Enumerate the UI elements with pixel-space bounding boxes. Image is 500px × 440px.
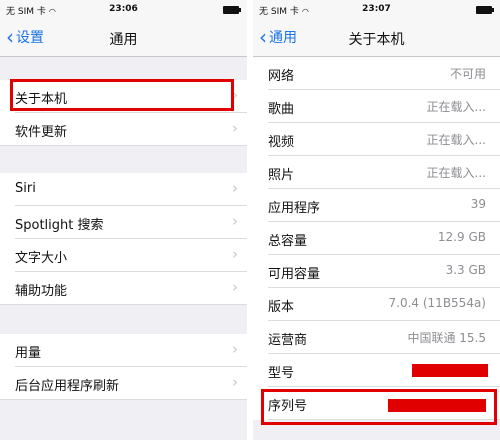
row-label: 运营商 xyxy=(268,333,308,348)
row-value: 正在载入... xyxy=(426,133,486,147)
status-time: 23:06 xyxy=(109,4,138,14)
row-label: 用量 xyxy=(15,346,42,361)
chevron-right-icon: › xyxy=(232,278,238,296)
info-row-carrier: 运营商 中国联通 15.5 xyxy=(253,321,500,354)
page-title: 通用 xyxy=(109,32,138,48)
model-redacted xyxy=(412,364,488,377)
chevron-right-icon: › xyxy=(232,245,238,263)
row-label: 辅助功能 xyxy=(15,284,68,299)
row-label: 可用容量 xyxy=(268,267,321,282)
row-label: 总容量 xyxy=(268,234,308,249)
row-separator xyxy=(0,304,247,305)
info-row-version: 版本 7.0.4 (11B554a) xyxy=(253,288,500,321)
status-bar: 无 SIM 卡 ◠ 23:06 xyxy=(0,0,247,20)
row-value: 12.9 GB xyxy=(437,230,486,244)
info-row-network: 网络 不可用 xyxy=(253,57,500,90)
info-row-videos: 视频 正在载入... xyxy=(253,123,500,156)
chevron-right-icon: › xyxy=(232,373,238,391)
row-label: 照片 xyxy=(268,168,295,183)
row-label: 歌曲 xyxy=(268,102,295,117)
row-value: 正在载入... xyxy=(426,100,486,114)
row-background-refresh[interactable]: 后台应用程序刷新 › xyxy=(0,367,247,400)
nav-bar: ‹ 设置 通用 xyxy=(0,20,247,57)
row-label: Siri xyxy=(15,181,36,196)
row-separator xyxy=(0,399,247,400)
row-label: 版本 xyxy=(268,300,295,315)
chevron-right-icon: › xyxy=(232,119,238,137)
battery-icon xyxy=(223,6,241,14)
row-label: 后台应用程序刷新 xyxy=(15,379,120,394)
row-usage[interactable]: 用量 › xyxy=(0,334,247,367)
row-label: 网络 xyxy=(268,69,295,84)
battery-icon xyxy=(476,6,494,14)
status-bar: 无 SIM 卡 ◠ 23:07 xyxy=(253,0,500,20)
row-label: 软件更新 xyxy=(15,125,68,140)
info-row-applications: 应用程序 39 xyxy=(253,189,500,222)
row-value: 7.0.4 (11B554a) xyxy=(388,296,486,310)
chevron-right-icon: › xyxy=(232,179,238,197)
row-accessibility[interactable]: 辅助功能 › xyxy=(0,272,247,305)
status-time: 23:07 xyxy=(362,4,391,14)
about-highlight-box xyxy=(10,79,234,111)
row-label: Spotlight 搜索 xyxy=(15,218,104,233)
general-settings-screen: 无 SIM 卡 ◠ 23:06 ‹ 设置 通用 关于本机 › 软件更新 › Siri… xyxy=(0,0,247,440)
row-value: 3.3 GB xyxy=(445,263,486,277)
row-siri[interactable]: Siri › xyxy=(0,173,247,206)
info-row-photos: 照片 正在载入... xyxy=(253,156,500,189)
info-row-songs: 歌曲 正在载入... xyxy=(253,90,500,123)
row-value: 中国联通 15.5 xyxy=(407,331,486,345)
row-label: 视频 xyxy=(268,135,295,150)
chevron-right-icon: › xyxy=(232,212,238,230)
row-value: 正在载入... xyxy=(426,166,486,180)
row-label: 型号 xyxy=(268,366,295,381)
row-label: 应用程序 xyxy=(268,201,321,216)
row-text-size[interactable]: 文字大小 › xyxy=(0,239,247,272)
row-software-update[interactable]: 软件更新 › xyxy=(0,113,247,146)
info-row-capacity: 总容量 12.9 GB xyxy=(253,222,500,255)
row-spotlight-search[interactable]: Spotlight 搜索 › xyxy=(0,206,247,239)
info-row-available: 可用容量 3.3 GB xyxy=(253,255,500,288)
info-row-model: 型号 xyxy=(253,354,500,387)
row-label: 文字大小 xyxy=(15,251,68,266)
about-screen: 无 SIM 卡 ◠ 23:07 ‹ 通用 关于本机 网络 不可用 歌曲 正在载入..… xyxy=(253,0,500,440)
row-separator xyxy=(0,145,247,146)
nav-bar: ‹ 通用 关于本机 xyxy=(253,20,500,57)
page-title: 关于本机 xyxy=(348,32,405,48)
chevron-right-icon: › xyxy=(232,340,238,358)
serial-highlight-box xyxy=(261,389,497,425)
row-value: 39 xyxy=(470,197,486,211)
row-value: 不可用 xyxy=(449,67,486,81)
